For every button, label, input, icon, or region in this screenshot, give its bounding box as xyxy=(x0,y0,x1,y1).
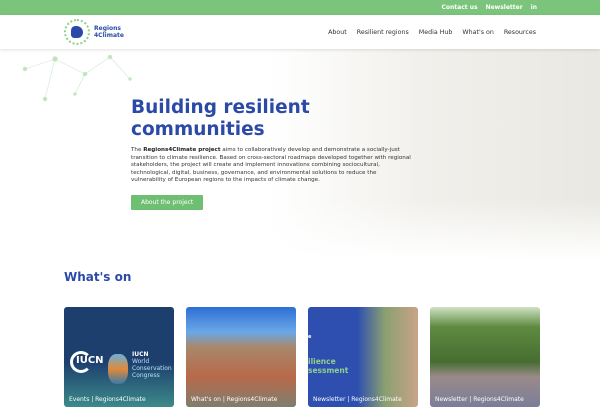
top-utility-bar: Contact us Newsletter in xyxy=(0,0,600,15)
whats-on-cards: IUCN IUCN World Conservation Congress Event… xyxy=(64,307,540,407)
about-project-button[interactable]: About the project xyxy=(131,194,204,210)
card-group-photo[interactable]: Newsletter | Regions4Climate xyxy=(430,307,540,407)
card-village[interactable]: What's on | Regions4Climate xyxy=(186,307,296,407)
congress-text: IUCN World Conservation Congress xyxy=(132,351,172,379)
contact-us-link[interactable]: Contact us xyxy=(441,4,477,11)
logo[interactable]: Regions 4Climate xyxy=(64,19,124,45)
card-iucn-event[interactable]: IUCN IUCN World Conservation Congress Event… xyxy=(64,307,174,407)
nav-about[interactable]: About xyxy=(328,29,347,36)
logo-text-2: 4Climate xyxy=(94,32,124,39)
hero-content: Building resilient communities The Regio… xyxy=(131,97,411,210)
card-image-title: ilience sessment xyxy=(308,357,349,375)
main-nav: About Resilient regions Media Hub What's… xyxy=(328,29,536,36)
hero-description: The Regions4Climate project aims to coll… xyxy=(131,147,411,184)
nav-media-hub[interactable]: Media Hub xyxy=(419,29,453,36)
nav-resilient-regions[interactable]: Resilient regions xyxy=(357,29,409,36)
whats-on-heading: What's on xyxy=(64,270,132,284)
hero-title: Building resilient communities xyxy=(131,97,310,140)
card-resilience-assessment[interactable]: e ilience sessment Newsletter | Regions4C… xyxy=(308,307,418,407)
europe-map-icon xyxy=(64,19,90,45)
site-header: Regions 4Climate About Resilient regions … xyxy=(0,15,600,49)
network-dots-decoration xyxy=(22,54,132,102)
iucn-logo-text: IUCN xyxy=(76,355,104,366)
linkedin-icon[interactable]: in xyxy=(531,4,537,11)
newsletter-link[interactable]: Newsletter xyxy=(486,4,523,11)
nav-resources[interactable]: Resources xyxy=(504,29,536,36)
logo-text-1: Regions xyxy=(94,25,122,32)
card-image-text: e xyxy=(308,334,312,340)
congress-artwork xyxy=(108,354,128,384)
nav-whats-on[interactable]: What's on xyxy=(462,29,493,36)
